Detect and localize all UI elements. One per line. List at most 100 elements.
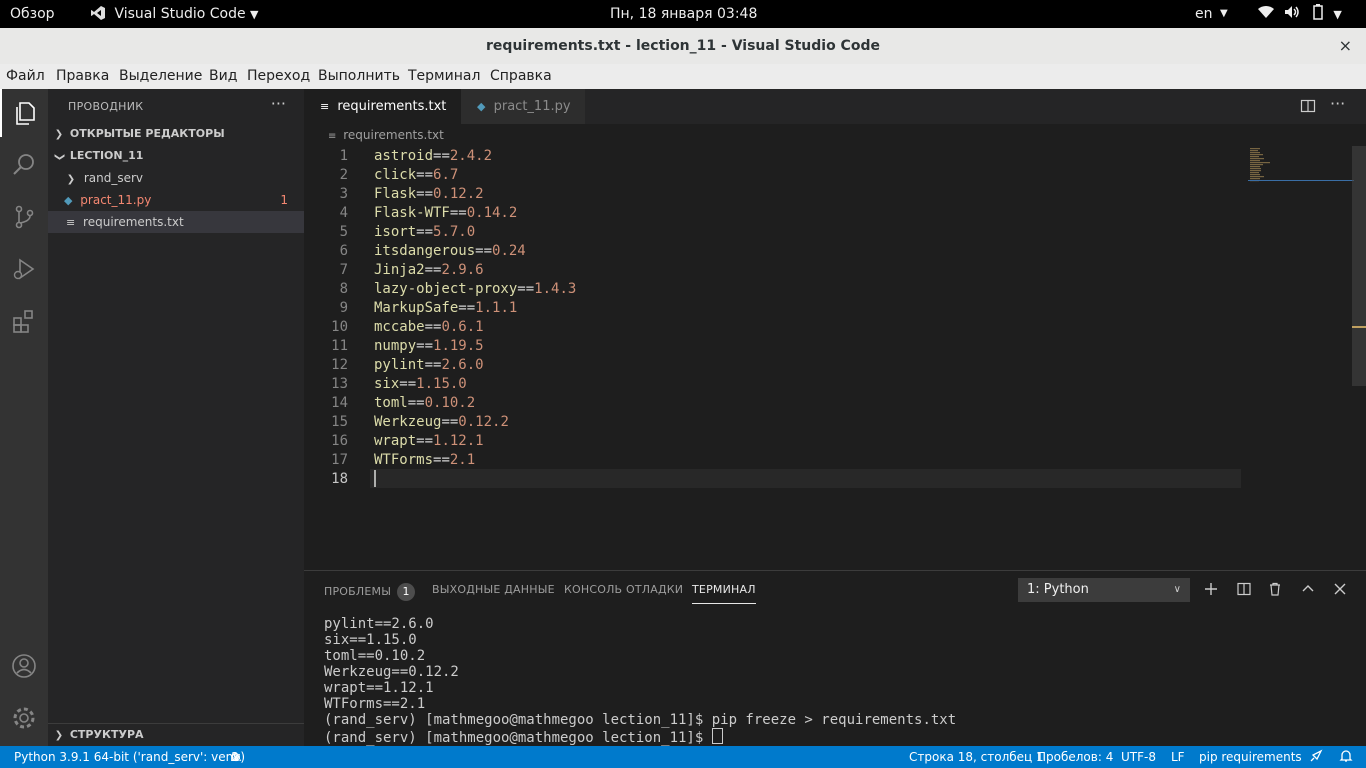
cursor-position[interactable]: Строка 18, столбец 1 — [909, 746, 1044, 768]
tab-debug-console[interactable]: КОНСОЛЬ ОТЛАДКИ — [564, 583, 683, 596]
more-actions-icon[interactable]: ··· — [271, 94, 286, 113]
keyboard-layout[interactable]: en — [1195, 0, 1213, 28]
more-actions-icon[interactable]: ··· — [1330, 94, 1345, 113]
version-operator: == — [433, 148, 450, 164]
vertical-scrollbar[interactable] — [1352, 146, 1366, 386]
tab-problems[interactable]: ПРОБЛЕМЫ 1 — [324, 583, 416, 601]
package-name: Jinja2 — [374, 262, 425, 278]
system-menu-chevron-icon: ▼ — [1333, 8, 1342, 21]
tree-item-requirements[interactable]: ≡ requirements.txt — [48, 211, 304, 233]
menu-selection[interactable]: Выделение — [119, 64, 202, 89]
line-number: 16 — [331, 433, 348, 449]
feedback-icon[interactable] — [1309, 746, 1323, 768]
notifications-bell-icon[interactable] — [1339, 746, 1353, 768]
menu-terminal[interactable]: Терминал — [408, 64, 480, 89]
run-debug-icon[interactable] — [0, 245, 48, 293]
line-number: 7 — [339, 262, 348, 278]
line-number: 17 — [331, 452, 348, 468]
system-top-bar: Обзор Visual Studio Code ▼ Пн, 18 января… — [0, 0, 1366, 28]
terminal-line: six==1.15.0 — [324, 632, 417, 648]
package-name: click — [374, 167, 417, 183]
source-control-icon[interactable] — [0, 193, 48, 241]
terminal-select[interactable]: 1: Python ∨ — [1018, 578, 1190, 602]
line-number: 12 — [331, 357, 348, 373]
bottom-panel: ПРОБЛЕМЫ 1 ВЫХОДНЫЕ ДАННЫЕ КОНСОЛЬ ОТЛАДК… — [304, 570, 1366, 747]
close-panel-icon[interactable] — [1331, 580, 1349, 598]
language-mode[interactable]: pip requirements — [1199, 746, 1302, 768]
tree-item-rand-serv[interactable]: ❯ rand_serv — [48, 167, 304, 189]
version-operator: == — [475, 243, 493, 259]
menu-help[interactable]: Справка — [490, 64, 552, 89]
version-operator: == — [399, 376, 417, 392]
tab-output[interactable]: ВЫХОДНЫЕ ДАННЫЕ — [432, 583, 555, 596]
package-version: 0.6.1 — [441, 319, 484, 335]
encoding[interactable]: UTF-8 — [1121, 746, 1156, 768]
code-editor[interactable]: 1 astroid==2.4.2 2 click==6.7 3 Flask==0.12.2… — [304, 146, 1366, 570]
package-version: 2.9.6 — [441, 262, 484, 278]
package-version: 0.10.2 — [424, 395, 476, 411]
line-number: 11 — [331, 338, 348, 354]
menu-run[interactable]: Выполнить — [318, 64, 400, 89]
window-close-icon[interactable]: × — [1339, 28, 1352, 64]
problems-badge: 1 — [397, 583, 416, 601]
app-menu[interactable]: Visual Studio Code ▼ — [90, 0, 259, 28]
package-version: 0.24 — [492, 243, 526, 259]
open-editors-section[interactable]: ❯ ОТКРЫТЫЕ РЕДАКТОРЫ — [48, 123, 304, 145]
chevron-down-icon: ❯ — [54, 152, 65, 162]
code-line: Jinja2==2.9.6 — [374, 261, 484, 280]
maximize-panel-icon[interactable] — [1299, 580, 1317, 598]
package-name: Flask-WTF — [374, 205, 450, 221]
split-terminal-icon[interactable] — [1235, 580, 1253, 598]
tab-terminal[interactable]: ТЕРМИНАЛ — [692, 583, 756, 604]
menu-edit[interactable]: Правка — [56, 64, 109, 89]
menu-go[interactable]: Переход — [247, 64, 310, 89]
settings-gear-icon[interactable] — [0, 694, 48, 742]
version-operator: == — [458, 300, 476, 316]
vscode-logo-icon — [91, 6, 105, 20]
code-line: isort==5.7.0 — [374, 223, 475, 242]
line-number: 8 — [339, 281, 348, 297]
explorer-icon[interactable] — [0, 89, 48, 137]
clock[interactable]: Пн, 18 января 03:48 — [610, 0, 757, 28]
package-name: six — [374, 376, 400, 392]
python-interpreter[interactable]: Python 3.9.1 64-bit ('rand_serv': venv) — [14, 746, 245, 768]
tab-requirements[interactable]: ≡ requirements.txt × — [304, 89, 461, 150]
text-cursor — [374, 470, 376, 487]
line-number: 14 — [331, 395, 348, 411]
tab-pract-11[interactable]: ◆ pract_11.py — [461, 89, 585, 124]
indentation[interactable]: Пробелов: 4 — [1037, 746, 1113, 768]
tree-item-pract-11[interactable]: ◆ pract_11.py 1 — [48, 189, 304, 211]
account-icon[interactable] — [0, 642, 48, 690]
menu-file[interactable]: Файл — [6, 64, 45, 89]
package-name: Werkzeug — [374, 414, 442, 430]
trash-icon[interactable] — [1266, 580, 1284, 598]
system-status-menu[interactable]: ▼ — [1258, 0, 1342, 28]
python-file-icon: ◆ — [64, 194, 73, 207]
package-name: toml — [374, 395, 408, 411]
code-line: MarkupSafe==1.1.1 — [374, 299, 517, 318]
line-number: 6 — [339, 243, 348, 259]
activities-button[interactable]: Обзор — [10, 0, 55, 28]
version-operator: == — [416, 186, 434, 202]
folder-label: LECTION_11 — [69, 149, 144, 162]
new-terminal-icon[interactable] — [1202, 580, 1220, 598]
line-number: 1 — [339, 148, 348, 164]
version-operator: == — [416, 224, 434, 240]
minimap[interactable] — [1248, 146, 1354, 570]
folder-section[interactable]: ❯ LECTION_11 — [48, 145, 304, 167]
menu-view[interactable]: Вид — [209, 64, 237, 89]
breadcrumb[interactable]: ≡ requirements.txt — [304, 124, 1366, 146]
line-number: 18 — [331, 471, 348, 487]
extensions-icon[interactable] — [0, 297, 48, 345]
end-of-line[interactable]: LF — [1171, 746, 1185, 768]
open-editors-label: ОТКРЫТЫЕ РЕДАКТОРЫ — [69, 127, 225, 140]
split-editor-icon[interactable] — [1300, 98, 1316, 118]
code-line: astroid==2.4.2 — [374, 147, 492, 166]
layout-chevron-icon[interactable]: ▼ — [1220, 0, 1228, 28]
search-icon[interactable] — [0, 141, 48, 189]
line-number: 15 — [331, 414, 348, 430]
window-title: requirements.txt - lection_11 - Visual S… — [486, 38, 880, 54]
tree-item-label: rand_serv — [83, 171, 144, 185]
package-version: 1.4.3 — [534, 281, 577, 297]
outline-section[interactable]: ❯ СТРУКТУРА — [48, 723, 304, 746]
